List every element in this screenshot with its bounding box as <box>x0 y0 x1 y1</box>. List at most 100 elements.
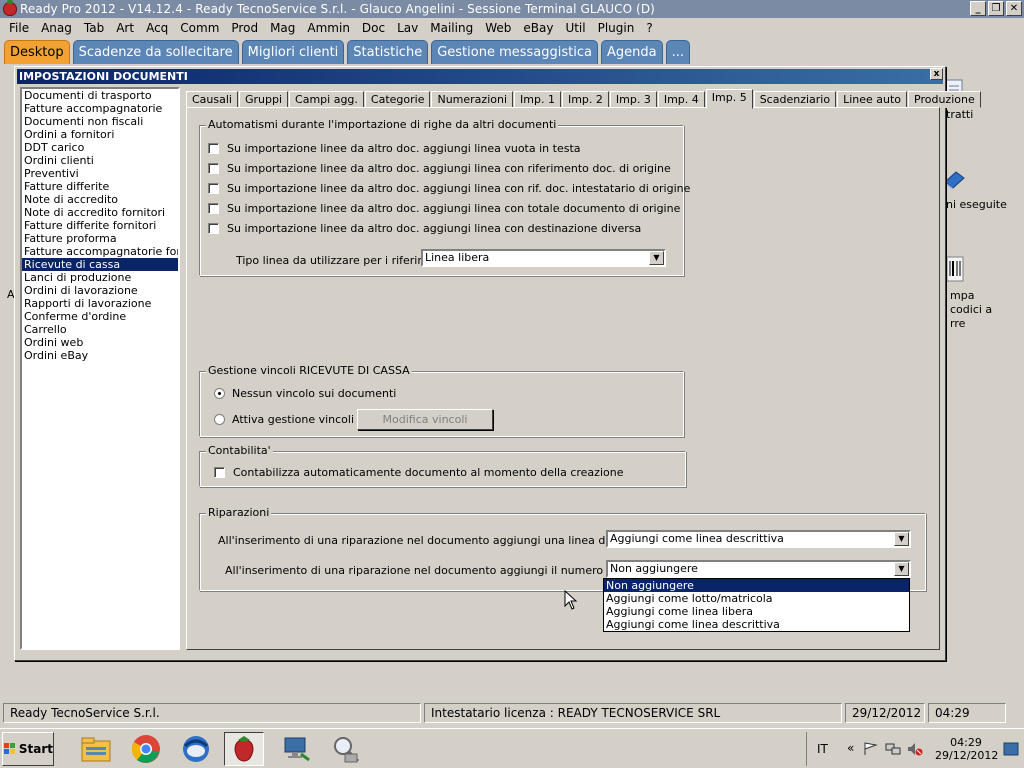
minimize-button[interactable]: _ <box>970 1 986 16</box>
tab-causali[interactable]: Causali <box>186 91 238 108</box>
list-item[interactable]: Ordini eBay <box>22 349 178 362</box>
tab-gruppi[interactable]: Gruppi <box>238 91 289 108</box>
chrome-icon[interactable] <box>126 732 166 766</box>
tab-produzione[interactable]: Produzione <box>908 91 981 108</box>
menu-mag[interactable]: Mag <box>264 21 301 35</box>
tab-messaggistica[interactable]: Gestione messaggistica <box>431 40 598 64</box>
list-item[interactable]: DDT carico <box>22 141 178 154</box>
tab-categorie[interactable]: Categorie <box>364 91 431 108</box>
matricola-dropdown-list[interactable]: Non aggiungere Aggiungi come lotto/matri… <box>603 578 910 632</box>
menu-ebay[interactable]: eBay <box>517 21 559 35</box>
menu-art[interactable]: Art <box>110 21 140 35</box>
tray-clock[interactable]: 04:29 29/12/2012 <box>935 736 998 762</box>
list-item[interactable]: Note di accredito <box>22 193 178 206</box>
check-row[interactable]: Su importazione linee da altro doc. aggi… <box>208 202 680 215</box>
list-item[interactable]: Fatture proforma <box>22 232 178 245</box>
list-item[interactable]: Ordini a fornitori <box>22 128 178 141</box>
checkbox[interactable] <box>208 223 219 234</box>
check-row[interactable]: Su importazione linee da altro doc. aggi… <box>208 162 671 175</box>
check-row[interactable]: Su importazione linee da altro doc. aggi… <box>208 222 641 235</box>
radio-nessun-vincolo[interactable]: Nessun vincolo sui documenti <box>214 387 396 400</box>
flag-icon[interactable] <box>863 742 879 756</box>
tab-more[interactable]: ... <box>665 40 690 64</box>
dropdown-option[interactable]: Non aggiungere <box>604 579 909 592</box>
list-item[interactable]: Fatture differite <box>22 180 178 193</box>
tab-imp-4[interactable]: Imp. 4 <box>657 91 705 108</box>
menu-util[interactable]: Util <box>559 21 591 35</box>
list-item[interactable]: Fatture accompagnatorie fornitori <box>22 245 178 258</box>
check-row[interactable]: Contabilizza automaticamente documento a… <box>214 466 623 479</box>
chevron-down-icon[interactable]: ▼ <box>894 562 909 576</box>
dialog-close-button[interactable]: x <box>930 68 943 80</box>
menu-comm[interactable]: Comm <box>174 21 225 35</box>
language-indicator[interactable]: IT <box>817 742 828 756</box>
network-icon[interactable] <box>885 742 901 756</box>
list-item[interactable]: Documenti di trasporto <box>22 89 178 102</box>
menu-web[interactable]: Web <box>479 21 517 35</box>
menu-file[interactable]: File <box>3 21 35 35</box>
list-item-selected[interactable]: Ricevute di cassa <box>22 258 178 271</box>
tab-linee-auto[interactable]: Linee auto <box>837 91 908 108</box>
dropdown-option[interactable]: Aggiungi come linea descrittiva <box>604 618 909 631</box>
radio-button[interactable] <box>214 388 225 399</box>
radio-attiva-vincoli[interactable]: Attiva gestione vincoli <box>214 413 354 426</box>
barcode-icon[interactable] <box>946 256 964 282</box>
list-item[interactable]: Preventivi <box>22 167 178 180</box>
riparazioni-matricola-select[interactable]: Non aggiungere ▼ <box>606 560 911 578</box>
tab-imp-5[interactable]: Imp. 5 <box>705 89 753 109</box>
tab-imp-2[interactable]: Imp. 2 <box>561 91 609 108</box>
tab-agenda[interactable]: Agenda <box>600 40 663 64</box>
tab-migliori-clienti[interactable]: Migliori clienti <box>241 40 345 64</box>
dropdown-option[interactable]: Aggiungi come lotto/matricola <box>604 592 909 605</box>
remote-desktop-icon[interactable] <box>276 732 316 766</box>
tab-desktop[interactable]: Desktop <box>4 40 70 64</box>
tipo-linea-select[interactable]: Linea libera ▼ <box>421 249 666 267</box>
menu-ammin[interactable]: Ammin <box>301 21 356 35</box>
chevron-down-icon[interactable]: ▼ <box>894 532 909 546</box>
list-item[interactable]: Ordini web <box>22 336 178 349</box>
ready-pro-icon[interactable] <box>224 732 264 766</box>
tab-scadenze[interactable]: Scadenze da sollecitare <box>72 40 239 64</box>
tab-imp-3[interactable]: Imp. 3 <box>609 91 657 108</box>
checkbox[interactable] <box>208 183 219 194</box>
tray-expand-icon[interactable]: « <box>847 741 854 755</box>
menu-mailing[interactable]: Mailing <box>424 21 479 35</box>
show-desktop-icon[interactable] <box>1003 742 1019 756</box>
start-button[interactable]: Start <box>2 732 54 766</box>
tab-scadenziario[interactable]: Scadenziario <box>753 91 837 108</box>
list-item[interactable]: Documenti non fiscali <box>22 115 178 128</box>
list-item[interactable]: Lanci di produzione <box>22 271 178 284</box>
checkbox[interactable] <box>208 143 219 154</box>
list-item[interactable]: Ordini di lavorazione <box>22 284 178 297</box>
thunderbird-icon[interactable] <box>176 732 216 766</box>
volume-muted-icon[interactable] <box>907 742 923 756</box>
menu-help[interactable]: ? <box>640 21 658 35</box>
menu-doc[interactable]: Doc <box>356 21 391 35</box>
list-item[interactable]: Rapporti di lavorazione <box>22 297 178 310</box>
chevron-down-icon[interactable]: ▼ <box>649 251 664 265</box>
tab-statistiche[interactable]: Statistiche <box>347 40 429 64</box>
list-item[interactable]: Note di accredito fornitori <box>22 206 178 219</box>
menu-plugin[interactable]: Plugin <box>592 21 641 35</box>
list-item[interactable]: Carrello <box>22 323 178 336</box>
close-button[interactable]: ✕ <box>1006 1 1022 16</box>
menu-prod[interactable]: Prod <box>225 21 264 35</box>
list-item[interactable]: Ordini clienti <box>22 154 178 167</box>
dropdown-option[interactable]: Aggiungi come linea libera <box>604 605 909 618</box>
menu-tab[interactable]: Tab <box>78 21 110 35</box>
menu-acq[interactable]: Acq <box>140 21 174 35</box>
check-row[interactable]: Su importazione linee da altro doc. aggi… <box>208 182 690 195</box>
modifica-vincoli-button[interactable]: Modifica vincoli <box>357 409 493 430</box>
tab-numerazioni[interactable]: Numerazioni <box>431 91 514 108</box>
document-type-list[interactable]: Documenti di trasporto Fatture accompagn… <box>20 87 180 650</box>
radio-button[interactable] <box>214 414 225 425</box>
list-item[interactable]: Fatture differite fornitori <box>22 219 178 232</box>
list-item[interactable]: Fatture accompagnatorie <box>22 102 178 115</box>
tab-imp-1[interactable]: Imp. 1 <box>514 91 561 108</box>
menu-anag[interactable]: Anag <box>35 21 78 35</box>
explorer-icon[interactable] <box>76 732 116 766</box>
tab-campi-agg[interactable]: Campi agg. <box>289 91 364 108</box>
check-row[interactable]: Su importazione linee da altro doc. aggi… <box>208 142 581 155</box>
maximize-button[interactable]: ❐ <box>988 1 1004 16</box>
checkbox[interactable] <box>208 203 219 214</box>
